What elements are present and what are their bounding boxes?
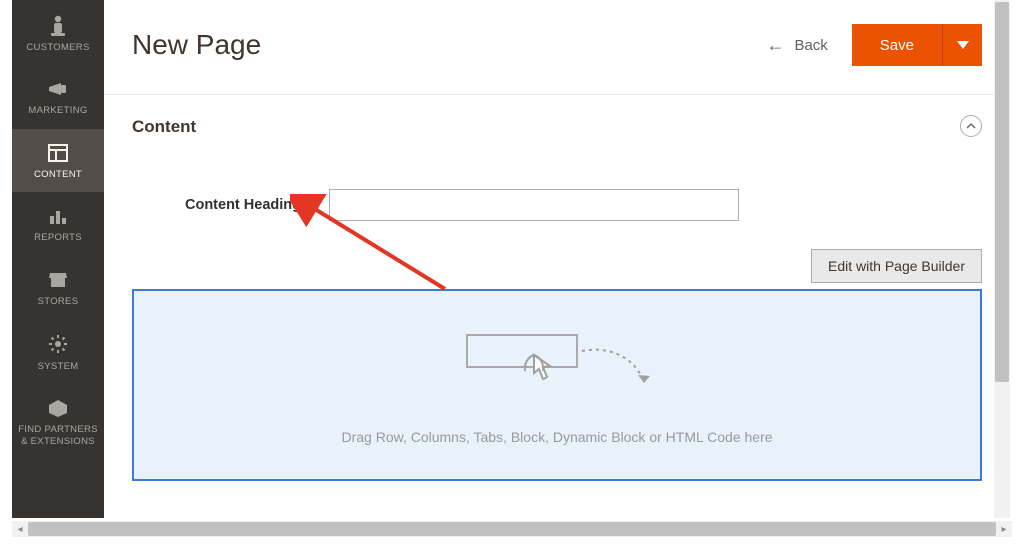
stores-icon	[47, 270, 69, 290]
partners-icon	[47, 398, 69, 418]
page-header: New Page ← Back Save	[104, 0, 1010, 94]
sidebar-item-label: FIND PARTNERS & EXTENSIONS	[14, 424, 102, 447]
reports-icon	[47, 206, 69, 226]
sidebar-item-content[interactable]: CONTENT	[12, 129, 104, 192]
page-builder-dropzone[interactable]: Drag Row, Columns, Tabs, Block, Dynamic …	[132, 289, 982, 481]
content-heading-input[interactable]	[329, 189, 739, 221]
sidebar-item-reports[interactable]: REPORTS	[12, 192, 104, 255]
collapse-toggle[interactable]	[960, 115, 982, 137]
scroll-right-arrow-icon[interactable]: ▸	[996, 521, 1012, 537]
sidebar-item-label: SYSTEM	[14, 361, 102, 372]
chevron-up-icon	[966, 123, 976, 130]
horizontal-scrollbar-thumb[interactable]	[28, 522, 996, 536]
sidebar-item-marketing[interactable]: MARKETING	[12, 65, 104, 128]
sidebar-item-customers[interactable]: CUSTOMERS	[12, 0, 104, 65]
vertical-scrollbar-thumb[interactable]	[995, 2, 1009, 382]
system-icon	[47, 333, 69, 355]
drag-hint-text: Drag Row, Columns, Tabs, Block, Dynamic …	[341, 429, 772, 445]
sidebar-item-label: STORES	[14, 296, 102, 307]
back-button[interactable]: ← Back	[766, 36, 827, 54]
content-heading-field: Content Heading	[104, 189, 1010, 221]
horizontal-scrollbar[interactable]: ◂ ▸	[12, 521, 1012, 537]
scroll-left-arrow-icon[interactable]: ◂	[12, 521, 28, 537]
sidebar-item-stores[interactable]: STORES	[12, 256, 104, 319]
chevron-down-icon	[957, 41, 969, 49]
main-content: New Page ← Back Save Content	[104, 0, 1010, 518]
page-title: New Page	[132, 29, 766, 61]
customers-icon	[48, 14, 68, 36]
save-button-group: Save	[852, 24, 982, 66]
content-section-header: Content	[104, 95, 1010, 145]
content-heading-label: Content Heading	[104, 197, 329, 213]
vertical-scrollbar[interactable]	[994, 0, 1010, 518]
sidebar-item-partners[interactable]: FIND PARTNERS & EXTENSIONS	[12, 384, 104, 459]
sidebar-item-label: REPORTS	[14, 232, 102, 243]
section-title: Content	[132, 117, 196, 136]
back-label: Back	[794, 37, 827, 54]
content-icon	[47, 143, 69, 163]
drag-hint-graphic	[447, 325, 667, 405]
edit-row: Edit with Page Builder	[104, 249, 1010, 289]
sidebar-item-label: CUSTOMERS	[14, 42, 102, 53]
sidebar-item-label: MARKETING	[14, 105, 102, 116]
arrow-left-icon: ←	[766, 36, 784, 54]
sidebar-item-label: CONTENT	[14, 169, 102, 180]
save-dropdown-button[interactable]	[942, 24, 982, 66]
save-button[interactable]: Save	[852, 24, 942, 66]
edit-page-builder-button[interactable]: Edit with Page Builder	[811, 249, 982, 283]
marketing-icon	[47, 79, 69, 99]
admin-sidebar: CUSTOMERS MARKETING CONTENT REPORTS STOR…	[12, 0, 104, 518]
sidebar-item-system[interactable]: SYSTEM	[12, 319, 104, 384]
